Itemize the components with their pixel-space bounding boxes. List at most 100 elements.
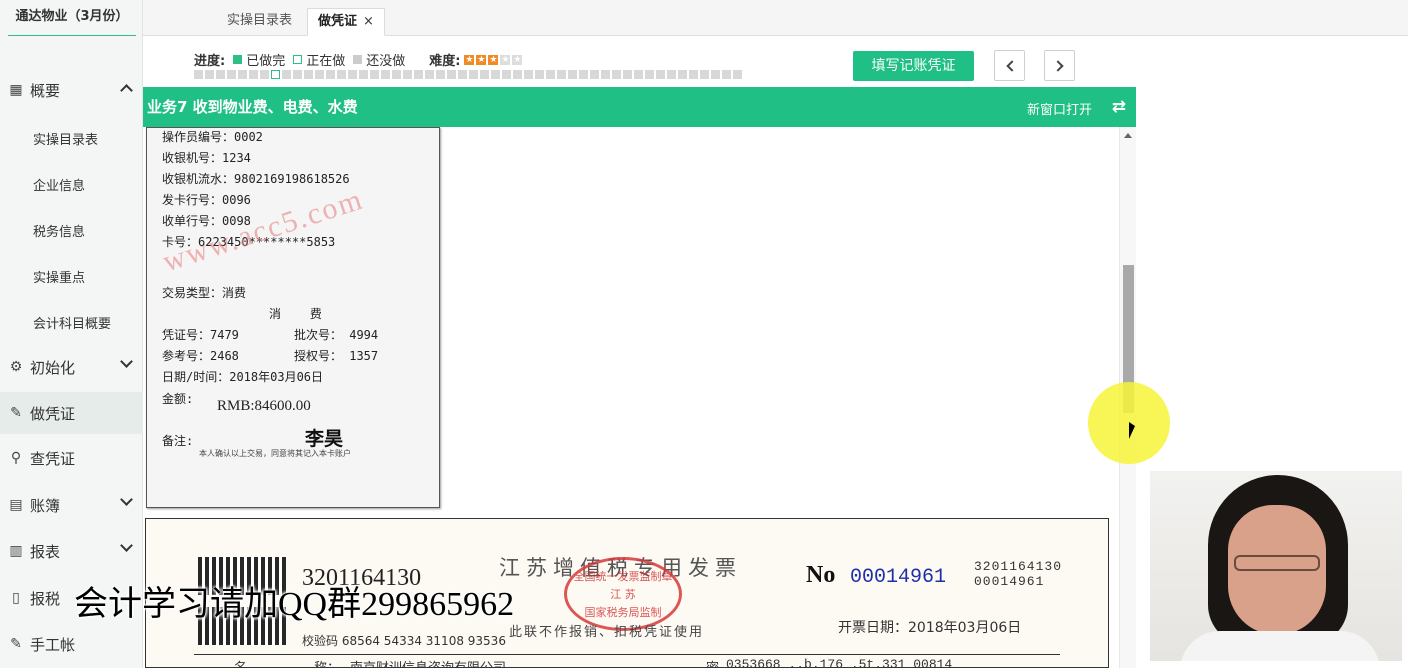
progress-cell[interactable]: [623, 70, 632, 79]
progress-cell[interactable]: [524, 70, 533, 79]
progress-cell[interactable]: [381, 70, 390, 79]
sidebar-item-label: 初始化: [30, 358, 76, 377]
close-icon[interactable]: ×: [363, 14, 374, 29]
progress-cell[interactable]: [238, 70, 247, 79]
progress-cell[interactable]: [579, 70, 588, 79]
tab-catalog[interactable]: 实操目录表: [217, 8, 302, 36]
sidebar-item-manual-ledger[interactable]: ✎ 手工帐: [0, 623, 143, 665]
invoice-stamp: 全国统一发票监制章 江 苏 国家税务局监制: [564, 557, 682, 631]
progress-cell[interactable]: [304, 70, 313, 79]
reference-no: 参考号：2468: [162, 349, 239, 363]
buyer-company: 南京财训信息咨询有限公司: [350, 657, 506, 668]
stamp-line: 江 苏: [610, 588, 636, 601]
progress-cell[interactable]: [249, 70, 258, 79]
sidebar-item-ledger[interactable]: ▤ 账簿: [0, 484, 143, 526]
fill-voucher-button[interactable]: 填写记账凭证: [853, 51, 974, 81]
progress-cell[interactable]: [458, 70, 467, 79]
presenter-shirt: [1180, 631, 1380, 661]
progress-cell[interactable]: [315, 70, 324, 79]
sidebar-item-label: 报税: [30, 589, 61, 608]
sidebar-item-reports[interactable]: ▥ 报表: [0, 530, 143, 572]
progress-cell[interactable]: [645, 70, 654, 79]
progress-cell[interactable]: [634, 70, 643, 79]
progress-cell[interactable]: [205, 70, 214, 79]
prev-button[interactable]: [994, 50, 1025, 81]
sidebar-item-label: 查凭证: [30, 449, 76, 468]
legend-doing: 正在做: [306, 54, 346, 69]
progress-cell[interactable]: [711, 70, 720, 79]
star-icon: ★: [464, 54, 475, 65]
progress-cell[interactable]: [216, 70, 225, 79]
progress-cell[interactable]: [722, 70, 731, 79]
progress-cell[interactable]: [535, 70, 544, 79]
open-new-window-link[interactable]: 新窗口打开: [1027, 99, 1092, 118]
progress-cell[interactable]: [678, 70, 687, 79]
chevron-down-icon: [120, 493, 133, 506]
buyer-row: 名 称： 南京财训信息咨询有限公司 密 0353668 ..b.176 .5t.…: [194, 654, 1060, 668]
progress-cell[interactable]: [590, 70, 599, 79]
document-icon: ▯: [12, 590, 20, 606]
progress-cell[interactable]: [414, 70, 423, 79]
progress-cell[interactable]: [469, 70, 478, 79]
progress-cell[interactable]: [557, 70, 566, 79]
progress-cell[interactable]: [546, 70, 555, 79]
progress-cell[interactable]: [700, 70, 709, 79]
progress-cell[interactable]: [194, 70, 203, 79]
swap-icon[interactable]: ⇄: [1112, 97, 1126, 117]
search-icon: ⚲: [10, 450, 22, 466]
sidebar: 通达物业（3月份） ▦ 概要 实操目录表 企业信息 税务信息 实操重点 会计科目…: [0, 0, 143, 668]
sidebar-item-query-voucher[interactable]: ⚲ 查凭证: [0, 437, 143, 479]
progress-cell[interactable]: [612, 70, 621, 79]
progress-cell[interactable]: [480, 70, 489, 79]
progress-cell[interactable]: [601, 70, 610, 79]
progress-cell[interactable]: [568, 70, 577, 79]
progress-cell[interactable]: [733, 70, 742, 79]
star-icon: ★: [488, 54, 499, 65]
tab-make-voucher[interactable]: 做凭证 ×: [307, 8, 385, 36]
progress-cell[interactable]: [447, 70, 456, 79]
progress-cell[interactable]: [392, 70, 401, 79]
progress-cell[interactable]: [359, 70, 368, 79]
progress-cell[interactable]: [326, 70, 335, 79]
progress-cell[interactable]: [227, 70, 236, 79]
progress-cell[interactable]: [502, 70, 511, 79]
chevron-down-icon: [120, 355, 133, 368]
progress-cell[interactable]: [260, 70, 269, 79]
sidebar-subitem-accounts-overview[interactable]: 会计科目概要: [33, 313, 111, 332]
progress-cell[interactable]: [667, 70, 676, 79]
tab-label: 实操目录表: [227, 13, 293, 28]
difficulty-stars: ★ ★ ★ ★ ★: [464, 54, 524, 65]
progress-cell[interactable]: [348, 70, 357, 79]
progress-cell[interactable]: [337, 70, 346, 79]
progress-cell[interactable]: [370, 70, 379, 79]
presenter-glasses: [1234, 555, 1320, 571]
sidebar-subitem-catalog[interactable]: 实操目录表: [33, 129, 98, 148]
progress-cell[interactable]: [689, 70, 698, 79]
scroll-up-icon[interactable]: [1124, 133, 1132, 138]
sidebar-subitem-company-info[interactable]: 企业信息: [33, 175, 85, 194]
cipher-label: 密: [706, 657, 719, 668]
progress-cell[interactable]: [425, 70, 434, 79]
progress-cell[interactable]: [293, 70, 302, 79]
progress-cell[interactable]: [491, 70, 500, 79]
chevron-up-icon: [120, 84, 133, 97]
progress-cell[interactable]: [271, 70, 280, 79]
progress-cell[interactable]: [403, 70, 412, 79]
legend-done: 已做完: [246, 54, 286, 69]
sidebar-item-init[interactable]: ⚙ 初始化: [0, 346, 143, 388]
progress-cell[interactable]: [656, 70, 665, 79]
progress-cell[interactable]: [282, 70, 291, 79]
done-square-icon: [233, 55, 243, 64]
progress-label: 进度:: [194, 54, 226, 69]
video-caption: 会计学习请加QQ群299865962: [74, 586, 515, 623]
sidebar-item-make-voucher[interactable]: ✎ 做凭证: [0, 392, 143, 434]
mouse-cursor-icon: [1129, 422, 1135, 439]
sidebar-subitem-tax-info[interactable]: 税务信息: [33, 221, 85, 240]
sidebar-subitem-key-points[interactable]: 实操重点: [33, 267, 85, 286]
progress-cell[interactable]: [436, 70, 445, 79]
consume-label: 消 费: [269, 307, 322, 321]
sidebar-item-overview[interactable]: ▦ 概要: [0, 69, 143, 111]
next-button[interactable]: [1044, 50, 1075, 81]
progress-cell[interactable]: [513, 70, 522, 79]
progress-cells: [194, 70, 742, 79]
